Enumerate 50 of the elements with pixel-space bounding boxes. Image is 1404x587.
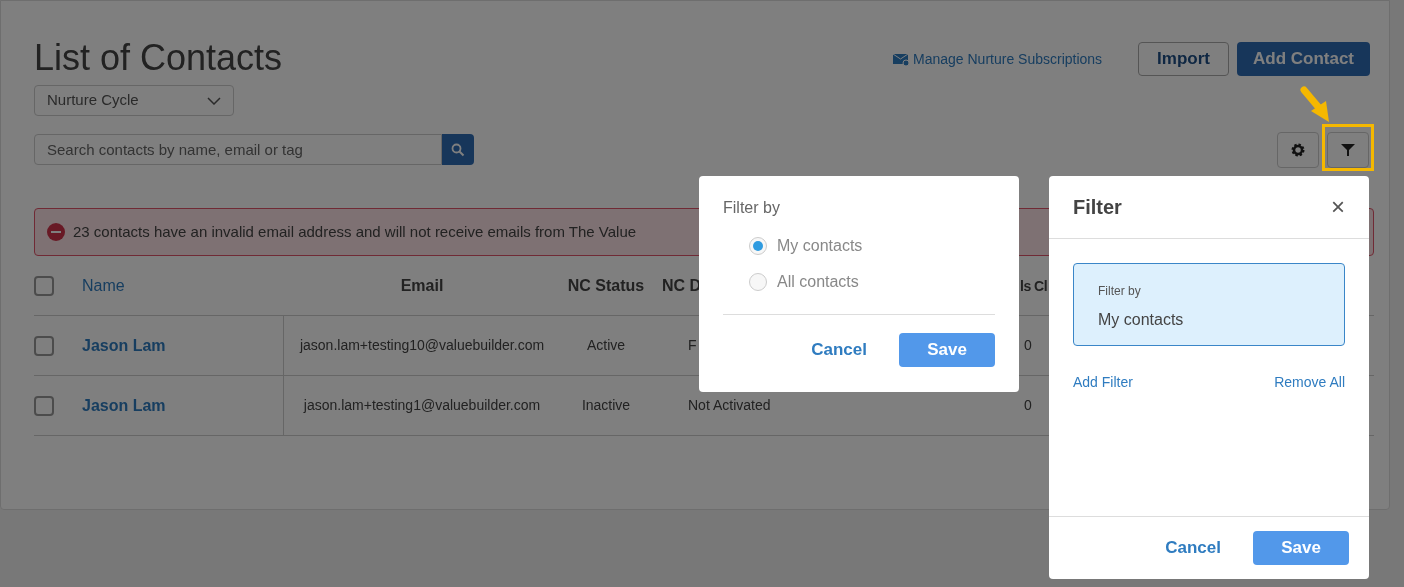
column-header: ls Cl — [1020, 277, 1048, 294]
filter-value: My contacts — [1098, 310, 1185, 330]
cancel-button[interactable]: Cancel — [1165, 535, 1221, 561]
radio-option[interactable]: All contacts — [749, 270, 995, 294]
search-button[interactable] — [442, 134, 474, 165]
table-cell: Active — [586, 337, 626, 353]
close-button[interactable]: × — [1331, 195, 1345, 219]
filter-card[interactable]: Filter by My contacts — [1073, 263, 1345, 346]
settings-button[interactable] — [1277, 132, 1319, 168]
settings-icon — [1290, 142, 1306, 158]
table-cell: 0 — [1024, 337, 1032, 353]
table-cell: Not Activated — [688, 397, 771, 413]
radio-option[interactable]: My contacts — [749, 234, 995, 258]
funnel-icon — [1341, 143, 1355, 157]
table-cell: F — [688, 337, 697, 353]
add-contact-button[interactable]: Add Contact — [1237, 42, 1370, 76]
save-button[interactable]: Save — [1253, 531, 1349, 565]
minus-circle-icon — [47, 223, 65, 241]
contact-name-link[interactable]: Jason Lam — [82, 333, 166, 358]
filter-label: Filter by — [1098, 283, 1142, 300]
column-header: Email — [400, 276, 444, 294]
column-header[interactable]: Name — [82, 276, 125, 294]
highlight-box — [1322, 124, 1374, 171]
page-title: List of Contacts — [34, 36, 283, 80]
checkbox[interactable] — [34, 335, 54, 356]
checkbox[interactable] — [34, 395, 54, 416]
contact-name-link[interactable]: Jason Lam — [82, 393, 166, 418]
alert-text: 23 contacts have an invalid email address and will not receive emails from The Value — [73, 221, 637, 242]
nurture-dropdown[interactable]: Nurture Cycle — [34, 85, 234, 116]
manage-subscriptions-link[interactable]: Manage Nurture Subscriptions — [913, 49, 1103, 70]
dialog-title: Filter by — [723, 198, 781, 218]
add-filter-link[interactable]: Add Filter — [1073, 372, 1133, 393]
radio-button[interactable] — [749, 237, 767, 255]
table-cell: jason.lam+testing1@valuebuilder.com — [303, 397, 541, 413]
table-cell: 0 — [1024, 397, 1032, 413]
search-icon — [451, 142, 465, 157]
panel-title: Filter — [1073, 195, 1122, 220]
table-cell: jason.lam+testing10@valuebuilder.com — [299, 337, 545, 353]
pointer-arrow — [1298, 85, 1332, 125]
save-button[interactable]: Save — [899, 333, 995, 367]
checkbox[interactable] — [34, 275, 54, 296]
column-header: NC Status — [567, 276, 645, 294]
remove-all-link[interactable]: Remove All — [1274, 372, 1345, 393]
chevron-icon — [207, 96, 221, 105]
envelope-icon — [893, 53, 909, 66]
search-field[interactable]: Search contacts by name, email or tag — [34, 134, 442, 165]
import-button[interactable]: Import — [1138, 42, 1229, 76]
cancel-button[interactable]: Cancel — [811, 337, 867, 363]
table-cell: Inactive — [581, 397, 631, 413]
radio-button[interactable] — [749, 273, 767, 291]
